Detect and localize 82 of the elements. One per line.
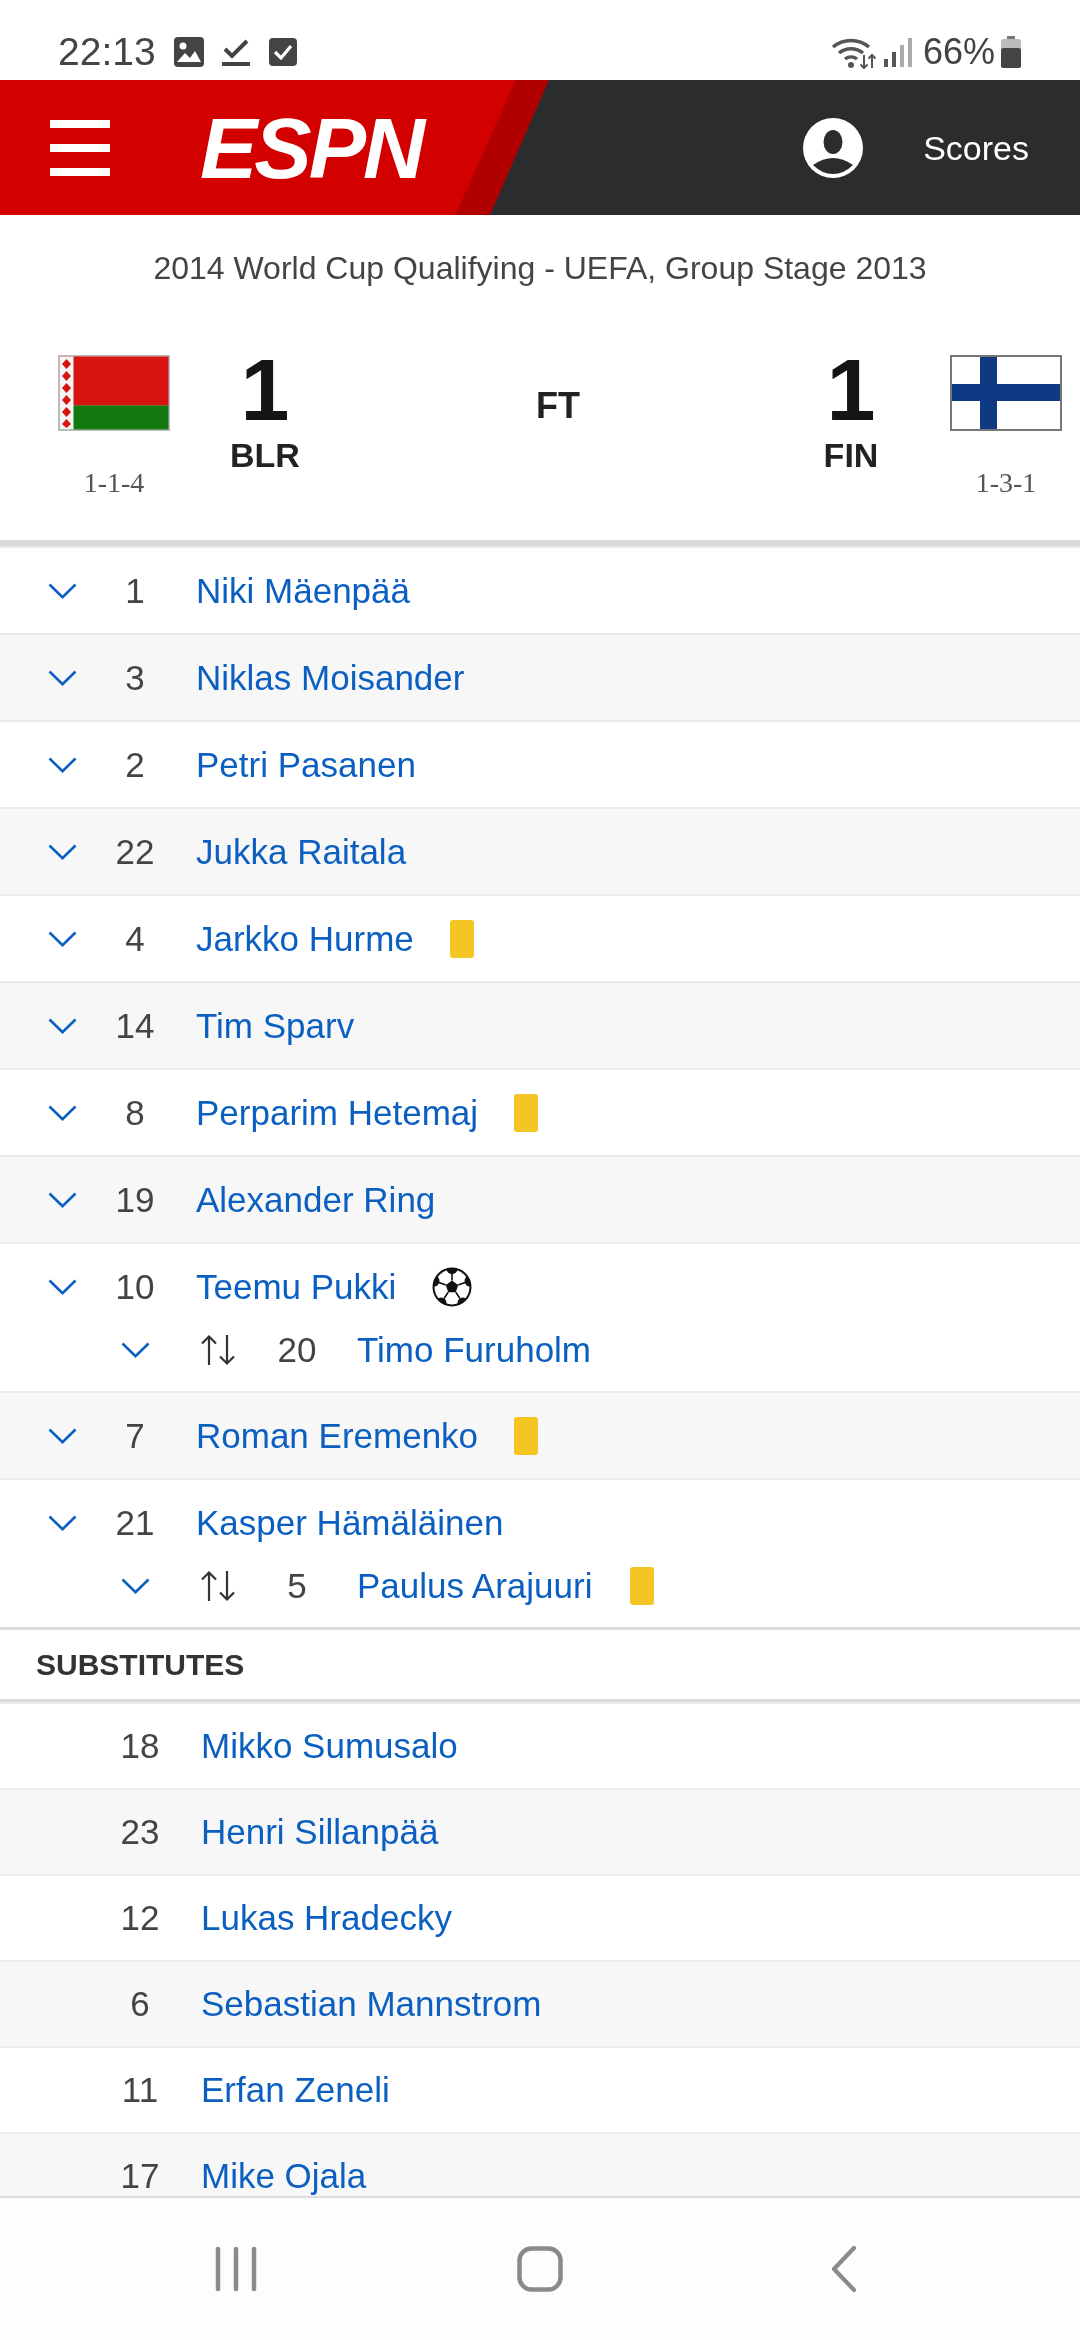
chevron-icon[interactable] <box>48 1278 77 1295</box>
team-record: 1-1-4 <box>83 466 145 500</box>
team-score: 1 <box>826 346 876 434</box>
jersey-number: 23 <box>119 1813 161 1851</box>
jersey-number: 21 <box>114 1502 156 1543</box>
jersey-number: 6 <box>129 1985 151 2023</box>
jersey-number: 10 <box>114 1266 156 1307</box>
clock-time: 22:13 <box>58 30 156 74</box>
player-link[interactable]: Niklas Moisander <box>196 657 465 698</box>
back-icon[interactable] <box>831 2245 857 2293</box>
match-status: FT <box>536 388 580 424</box>
player-link[interactable]: Paulus Arajuuri <box>357 1566 593 1606</box>
player-link[interactable]: Perparim Hetemaj <box>196 1092 479 1133</box>
jersey-number: 22 <box>114 831 156 872</box>
jersey-number: 11 <box>120 2071 160 2109</box>
jersey-number: 20 <box>276 1330 318 1370</box>
chevron-icon[interactable] <box>121 1342 150 1358</box>
jersey-number: 2 <box>124 744 146 785</box>
chevron-icon[interactable] <box>48 1104 77 1121</box>
player-link[interactable]: Tim Sparv <box>196 1005 355 1046</box>
jersey-number: 5 <box>286 1566 308 1606</box>
scores-link[interactable]: Scores <box>923 127 1029 168</box>
player-link[interactable]: Mikko Sumusalo <box>201 1727 458 1765</box>
jersey-number: 12 <box>119 1899 161 1937</box>
player-link[interactable]: Roman Eremenko <box>196 1415 479 1456</box>
booking-card-icon <box>630 1567 655 1605</box>
battery-percentage: 66% <box>922 31 995 73</box>
player-link[interactable]: Petri Pasanen <box>196 744 416 785</box>
chevron-icon[interactable] <box>48 756 77 773</box>
player-link[interactable]: Alexander Ring <box>196 1179 436 1220</box>
checkbox-icon <box>268 38 297 66</box>
home-icon[interactable] <box>517 2246 563 2292</box>
jersey-number: 3 <box>124 657 146 698</box>
booking-card-icon <box>514 1416 539 1455</box>
jersey-number: 14 <box>114 1005 156 1046</box>
jersey-number: 18 <box>119 1727 161 1765</box>
player-link[interactable]: Lukas Hradecky <box>201 1899 452 1937</box>
chevron-icon[interactable] <box>48 1191 77 1208</box>
chevron-icon[interactable] <box>48 1017 77 1034</box>
competition-title: 2014 World Cup Qualifying - UEFA, Group Stage 2013 <box>153 250 927 286</box>
flag-icon <box>950 355 1062 431</box>
jersey-number: 7 <box>124 1415 146 1456</box>
chevron-icon[interactable] <box>48 1427 77 1444</box>
chevron-icon[interactable] <box>48 669 77 686</box>
chevron-icon[interactable] <box>121 1578 150 1594</box>
player-link[interactable]: Mike Ojala <box>201 2157 367 2195</box>
chevron-icon[interactable] <box>48 930 77 947</box>
soccer-ball-icon <box>432 1266 473 1307</box>
flag-icon <box>58 355 170 431</box>
team-record: 1-3-1 <box>975 466 1037 500</box>
jersey-number: 19 <box>114 1179 156 1220</box>
player-link[interactable]: Jukka Raitala <box>196 831 407 872</box>
recent-apps-icon[interactable] <box>215 2246 257 2292</box>
signal-icon <box>882 37 913 67</box>
player-link[interactable]: Teemu Pukki <box>196 1266 397 1307</box>
booking-card-icon <box>514 1093 539 1132</box>
team-abbreviation: FIN <box>823 438 879 472</box>
menu-icon[interactable] <box>50 119 110 176</box>
jersey-number: 17 <box>119 2157 161 2195</box>
team-score: 1 <box>240 346 290 434</box>
swap-arrows-icon <box>199 1334 237 1366</box>
player-link[interactable]: Henri Sillanpää <box>201 1813 439 1851</box>
player-link[interactable]: Kasper Hämäläinen <box>196 1502 504 1543</box>
jersey-number: 4 <box>124 918 146 959</box>
account-icon[interactable] <box>803 117 864 178</box>
jersey-number: 1 <box>124 570 146 611</box>
jersey-number: 8 <box>124 1092 146 1133</box>
image-icon <box>172 36 205 68</box>
chevron-icon[interactable] <box>48 582 77 599</box>
chevron-icon[interactable] <box>48 1514 77 1531</box>
player-link[interactable]: Erfan Zeneli <box>201 2071 390 2109</box>
player-link[interactable]: Jarkko Hurme <box>196 918 414 959</box>
player-link[interactable]: Sebastian Mannstrom <box>201 1985 542 2023</box>
chevron-icon[interactable] <box>48 843 77 860</box>
section-heading: SUBSTITUTES <box>36 1646 245 1683</box>
player-link[interactable]: Timo Furuholm <box>357 1330 592 1370</box>
team-abbreviation: BLR <box>230 438 300 472</box>
booking-card-icon <box>449 919 474 958</box>
download-done-icon <box>220 37 251 67</box>
player-link[interactable]: Niki Mäenpää <box>196 570 410 611</box>
battery-icon <box>1001 36 1021 68</box>
swap-arrows-icon <box>199 1570 237 1602</box>
